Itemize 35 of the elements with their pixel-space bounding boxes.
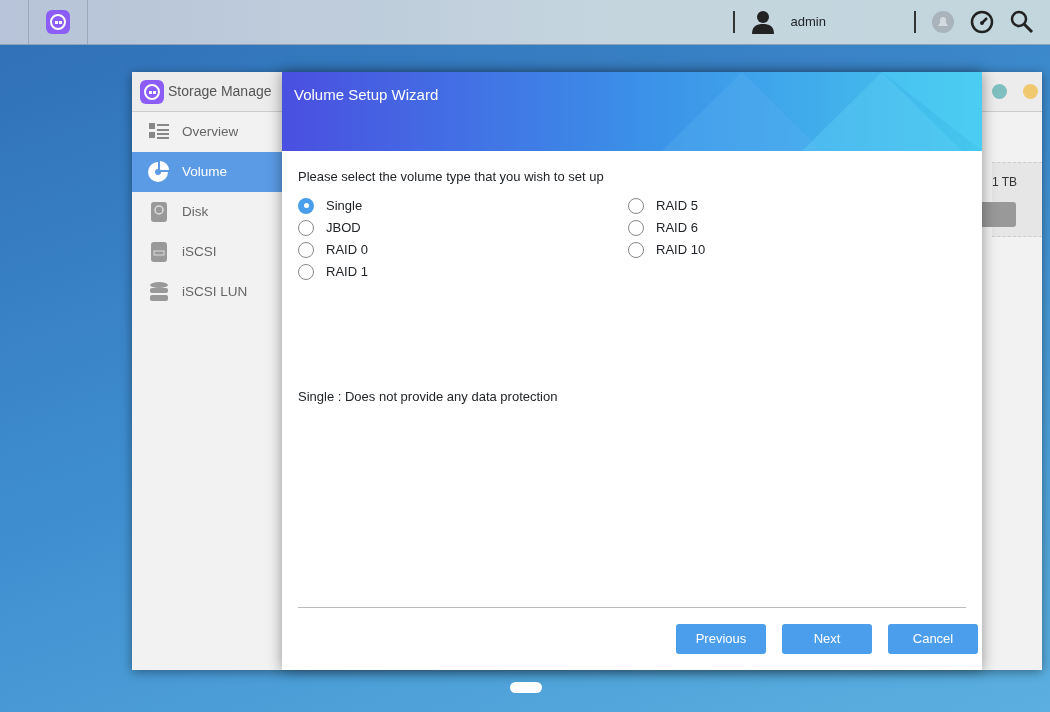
user-name[interactable]: admin bbox=[790, 12, 826, 32]
drive-icon bbox=[148, 241, 170, 263]
option-label[interactable]: RAID 10 bbox=[656, 239, 706, 260]
option-label[interactable]: RAID 0 bbox=[326, 239, 368, 260]
option-label[interactable]: RAID 6 bbox=[656, 217, 698, 238]
sidebar-item[interactable]: iSCSI bbox=[132, 232, 282, 272]
search-icon[interactable] bbox=[1010, 10, 1034, 34]
gauge-icon[interactable] bbox=[970, 10, 994, 34]
option-label[interactable]: RAID 1 bbox=[326, 261, 368, 282]
minimize-button[interactable] bbox=[992, 84, 1007, 99]
option-label[interactable]: JBOD bbox=[326, 217, 361, 238]
description-text: Single : Does not provide any data protection bbox=[298, 387, 559, 406]
pie-chart-icon bbox=[148, 161, 170, 183]
radio-button[interactable] bbox=[298, 241, 314, 258]
app-icon[interactable] bbox=[46, 10, 70, 34]
user-icon[interactable] bbox=[750, 10, 775, 34]
capacity-text: 1 TB bbox=[992, 174, 1018, 191]
sidebar-item[interactable]: Disk bbox=[132, 192, 282, 232]
option-label[interactable]: RAID 5 bbox=[656, 195, 698, 216]
option-label[interactable]: Single bbox=[326, 195, 363, 216]
sidebar-item[interactable]: Overview bbox=[132, 112, 282, 152]
dock-handle[interactable] bbox=[510, 682, 542, 693]
radio-button[interactable] bbox=[298, 197, 314, 214]
radio-button[interactable] bbox=[628, 241, 644, 258]
app-icon bbox=[140, 79, 164, 104]
sidebar-item[interactable]: iSCSI LUN bbox=[132, 272, 282, 312]
radio-button[interactable] bbox=[298, 219, 314, 236]
database-icon bbox=[148, 281, 170, 303]
radio-button[interactable] bbox=[628, 219, 644, 236]
dialog-title: Volume Setup Wizard bbox=[294, 85, 439, 105]
window-title: Storage Manage bbox=[168, 82, 272, 101]
drive-icon bbox=[148, 201, 170, 223]
prompt-text: Please select the volume type that you wish to set up bbox=[298, 168, 605, 186]
radio-button[interactable] bbox=[628, 197, 644, 214]
radio-button[interactable] bbox=[298, 263, 314, 280]
